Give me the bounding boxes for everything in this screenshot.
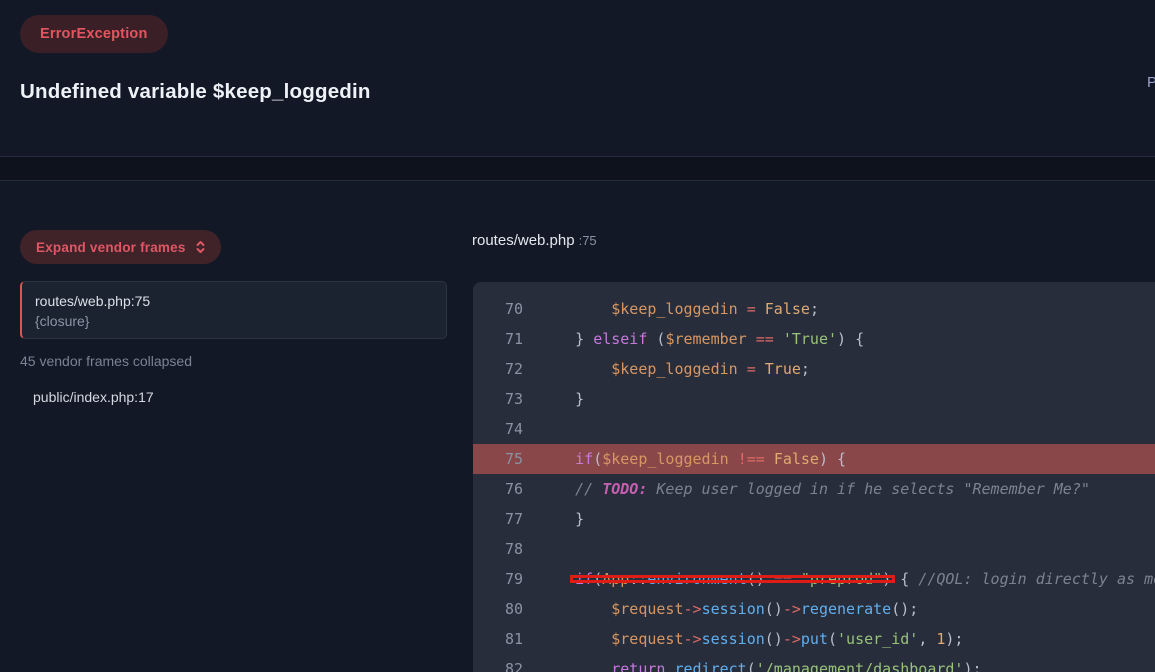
line-number: 74 <box>473 414 523 444</box>
error-header: ErrorException Undefined variable $keep_… <box>0 0 1155 156</box>
code-line-80: 80 $request->session()->regenerate(); <box>473 594 1155 624</box>
code-line-ref: :75 <box>579 233 597 248</box>
line-number: 73 <box>473 384 523 414</box>
code-line-74: 74 <box>473 414 1155 444</box>
line-number: 76 <box>473 474 523 504</box>
code-line-81: 81 $request->session()->put('user_id', 1… <box>473 624 1155 654</box>
line-number: 82 <box>473 654 523 672</box>
line-number: 80 <box>473 594 523 624</box>
expand-vendor-frames-button[interactable]: Expand vendor frames <box>20 230 221 264</box>
line-number: 81 <box>473 624 523 654</box>
exception-class-badge: ErrorException <box>20 15 168 53</box>
section-divider-band <box>0 156 1155 181</box>
line-number: 70 <box>473 294 523 324</box>
vendor-frames-collapsed-note: 45 vendor frames collapsed <box>20 353 192 369</box>
line-number: 75 <box>473 444 523 474</box>
chevron-up-down-icon <box>193 239 208 255</box>
line-number: 79 <box>473 564 523 594</box>
code-line-70: 70 $keep_loggedin = False; <box>473 294 1155 324</box>
code-line-76: 76 // TODO: Keep user logged in if he se… <box>473 474 1155 504</box>
php-version-partial: P <box>1147 74 1155 91</box>
stack-frame-file: routes/web.php:75 <box>35 291 432 311</box>
page-title: Undefined variable $keep_loggedin <box>20 80 371 104</box>
line-number: 71 <box>473 324 523 354</box>
code-line-77: 77 } <box>473 504 1155 534</box>
code-line-72: 72 $keep_loggedin = True; <box>473 354 1155 384</box>
expand-vendor-frames-label: Expand vendor frames <box>36 240 186 255</box>
line-number: 78 <box>473 534 523 564</box>
code-line-82: 82 return redirect('/management/dashboar… <box>473 654 1155 672</box>
stack-frame-method: {closure} <box>35 311 432 331</box>
annotation-box: if(App::environment() == "preprod") <box>575 570 891 588</box>
code-line-78: 78 <box>473 534 1155 564</box>
line-number: 77 <box>473 504 523 534</box>
code-line-73: 73 } <box>473 384 1155 414</box>
stack-frame-selected[interactable]: routes/web.php:75 {closure} <box>20 281 447 339</box>
stack-frame-public-index[interactable]: public/index.php:17 <box>33 389 154 405</box>
code-line-75: 75 if($keep_loggedin !== False) { <box>473 444 1155 474</box>
code-line-71: 71 } elseif ($remember == 'True') { <box>473 324 1155 354</box>
line-number: 72 <box>473 354 523 384</box>
code-lines: 70 $keep_loggedin = False;71 } elseif ($… <box>473 294 1155 672</box>
code-line-79: 79 if(App::environment() == "preprod") {… <box>473 564 1155 594</box>
code-viewer-panel: 70 $keep_loggedin = False;71 } elseif ($… <box>473 282 1155 672</box>
code-file-name: routes/web.php <box>472 232 575 249</box>
code-viewer-header: routes/web.php :75 <box>472 232 597 249</box>
